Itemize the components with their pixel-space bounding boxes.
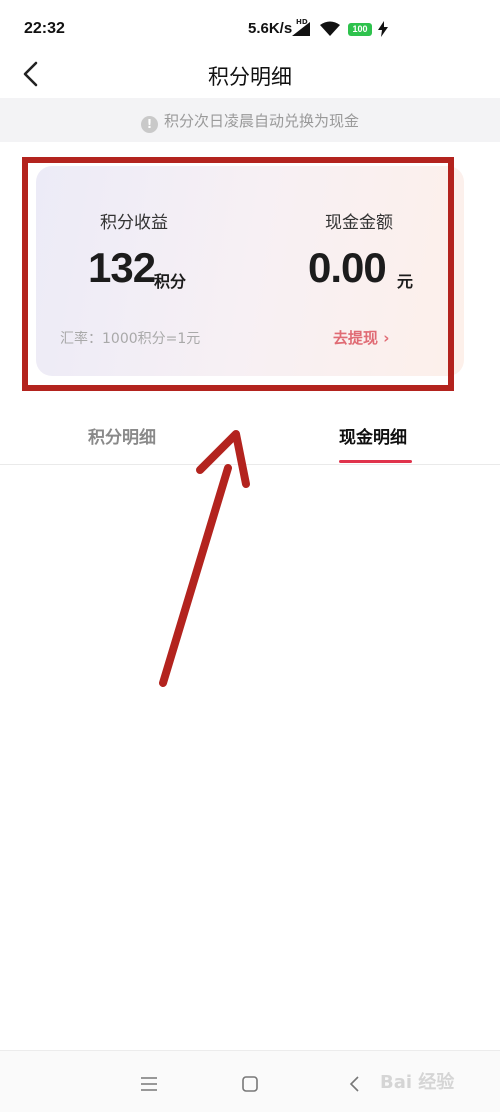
network-speed: 5.6K/s bbox=[248, 20, 293, 37]
active-tab-indicator bbox=[339, 460, 412, 463]
tab-cash-detail[interactable]: 现金明细 bbox=[339, 423, 407, 448]
divider bbox=[0, 464, 500, 465]
battery-icon: 100 bbox=[348, 23, 372, 36]
home-button[interactable] bbox=[237, 1071, 263, 1097]
highlight-box bbox=[22, 157, 454, 391]
status-time: 22:32 bbox=[24, 20, 65, 37]
home-icon bbox=[242, 1076, 258, 1092]
charging-icon bbox=[378, 21, 388, 37]
notice-text: 积分次日凌晨自动兑换为现金 bbox=[163, 112, 359, 130]
page-title: 积分明细 bbox=[208, 65, 292, 89]
back-icon bbox=[349, 1076, 359, 1092]
info-icon: ! bbox=[140, 116, 158, 133]
notice-bar: ! 积分次日凌晨自动兑换为现金 bbox=[0, 98, 500, 142]
signal-icon bbox=[292, 22, 310, 36]
navigation-bar: 积分明细 bbox=[0, 48, 500, 98]
back-nav-button[interactable] bbox=[342, 1071, 368, 1097]
tab-points-detail[interactable]: 积分明细 bbox=[88, 423, 156, 448]
menu-button[interactable] bbox=[136, 1071, 162, 1097]
menu-icon bbox=[141, 1077, 157, 1091]
wifi-icon bbox=[320, 21, 340, 36]
watermark: Bai 经验 bbox=[380, 1072, 455, 1093]
